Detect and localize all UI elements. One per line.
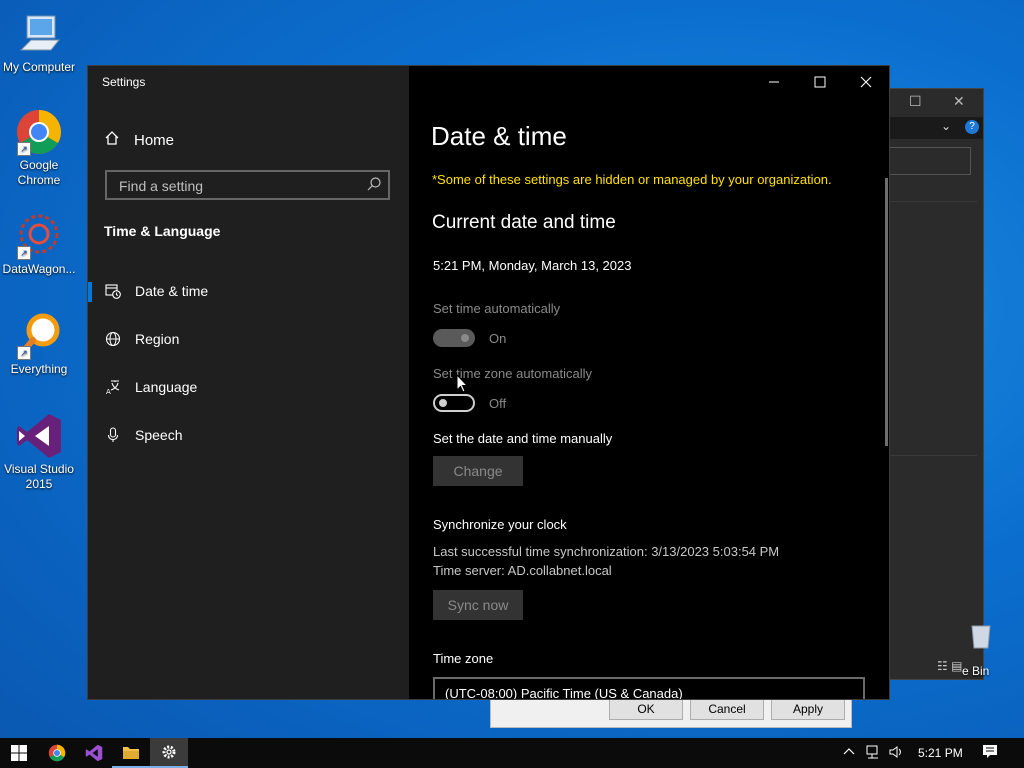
desktop-icon-label: Everything — [10, 362, 68, 376]
time-zone-label: Time zone — [433, 651, 494, 666]
search-icon[interactable] — [366, 176, 382, 197]
manual-date-time-label: Set the date and time manually — [433, 431, 613, 446]
divider — [887, 201, 977, 202]
taskbar-file-explorer[interactable] — [112, 738, 150, 768]
last-sync-text: Last successful time synchronization: 3/… — [433, 544, 780, 559]
globe-icon — [105, 331, 121, 347]
desktop-icon-visual-studio[interactable]: Visual Studio 2015 — [0, 412, 78, 492]
datawagon-icon: ↗ — [15, 212, 63, 260]
search-input[interactable] — [117, 177, 361, 195]
gear-icon — [162, 745, 176, 759]
nav-item-region[interactable]: Region — [88, 319, 409, 359]
home-nav-item[interactable]: Home — [104, 130, 174, 150]
view-toggle-icon[interactable]: ☷ ▤ — [937, 659, 962, 673]
content-scrollbar[interactable] — [885, 178, 888, 446]
help-icon[interactable]: ? — [965, 120, 979, 134]
apply-button[interactable]: Apply — [771, 698, 845, 720]
set-time-auto-label: Set time automatically — [433, 301, 561, 316]
time-zone-dropdown[interactable]: (UTC-08:00) Pacific Time (US & Canada) — [433, 677, 865, 699]
nav-item-language[interactable]: A Language — [88, 367, 409, 407]
desktop-icon-google-chrome[interactable]: ↗ Google Chrome — [0, 108, 78, 188]
home-icon — [104, 130, 120, 150]
toggle-knob — [461, 334, 469, 342]
visual-studio-icon — [15, 412, 63, 460]
search-box[interactable] — [887, 147, 971, 175]
nav-label: Region — [135, 331, 180, 347]
action-center-icon[interactable] — [982, 744, 998, 763]
maximize-icon[interactable]: ☐ — [909, 93, 922, 110]
set-time-auto-toggle[interactable] — [433, 329, 475, 347]
current-date-time-value: 5:21 PM, Monday, March 13, 2023 — [433, 258, 632, 273]
toggle-knob — [439, 399, 447, 407]
calendar-clock-icon — [105, 283, 121, 299]
desktop-icon-label: Google Chrome — [17, 158, 61, 187]
divider — [887, 455, 977, 456]
settings-window: Settings Home Time & Language Date & tim… — [87, 65, 890, 700]
cancel-button[interactable]: Cancel — [690, 698, 764, 720]
managed-warning: *Some of these settings are hidden or ma… — [432, 172, 832, 187]
sync-clock-heading: Synchronize your clock — [433, 517, 567, 532]
page-title: Date & time — [431, 121, 567, 151]
ok-button[interactable]: OK — [609, 698, 683, 720]
find-setting-search[interactable] — [105, 170, 390, 200]
recycle-bin-label: e Bin — [962, 664, 990, 678]
mouse-cursor-icon — [456, 373, 469, 398]
volume-icon[interactable] — [889, 745, 905, 762]
windows-icon — [11, 745, 27, 761]
network-icon[interactable] — [866, 745, 882, 762]
time-server-text: Time server: AD.collabnet.local — [433, 563, 612, 578]
folder-icon — [123, 747, 139, 759]
set-timezone-auto-state: Off — [489, 396, 507, 411]
home-label: Home — [134, 131, 175, 149]
visual-studio-icon — [85, 744, 103, 762]
chrome-icon — [48, 744, 66, 762]
taskbar-settings[interactable] — [150, 738, 188, 768]
desktop-icon-label: DataWagon... — [2, 262, 76, 276]
set-time-auto-state: On — [489, 331, 507, 346]
chevron-up-icon[interactable] — [843, 745, 855, 760]
nav-label: Speech — [135, 427, 183, 443]
current-date-time-heading: Current date and time — [432, 212, 616, 233]
chevron-down-icon[interactable]: ⌄ — [941, 119, 951, 133]
nav-item-date-time[interactable]: Date & time — [88, 271, 409, 311]
chrome-icon: ↗ — [15, 108, 63, 156]
nav-label: Date & time — [135, 283, 209, 299]
settings-sidebar: Settings Home Time & Language Date & tim… — [88, 66, 409, 699]
nav-label: Language — [135, 379, 198, 395]
nav-item-speech[interactable]: Speech — [88, 415, 409, 455]
ribbon-bar: ⌄ ? — [881, 117, 983, 139]
language-icon: A — [105, 379, 121, 395]
taskbar-visual-studio[interactable] — [75, 738, 113, 768]
shortcut-arrow-icon: ↗ — [17, 142, 31, 156]
computer-icon — [15, 10, 63, 58]
background-explorer-window[interactable]: ☐ ✕ ⌄ ? ☷ ▤ — [880, 88, 984, 680]
magnifier-icon: ↗ — [15, 312, 63, 360]
desktop-icon-my-computer[interactable]: My Computer — [0, 10, 78, 75]
window-title: Settings — [102, 75, 146, 89]
shortcut-arrow-icon: ↗ — [17, 346, 31, 360]
settings-content: Date & time *Some of these settings are … — [409, 66, 889, 699]
change-button[interactable]: Change — [433, 456, 523, 486]
desktop-icon-datawagon[interactable]: ↗ DataWagon... — [0, 212, 78, 277]
time-zone-value: (UTC-08:00) Pacific Time (US & Canada) — [445, 686, 683, 699]
set-timezone-auto-toggle[interactable] — [433, 394, 475, 412]
svg-text:A: A — [106, 388, 111, 395]
taskbar-chrome[interactable] — [38, 738, 76, 768]
recycle-bin-icon[interactable] — [968, 620, 994, 650]
taskbar-clock[interactable]: 5:21 PM — [918, 746, 963, 760]
section-heading: Time & Language — [104, 223, 221, 239]
shortcut-arrow-icon: ↗ — [17, 246, 31, 260]
desktop-icon-label: Visual Studio 2015 — [4, 462, 74, 491]
desktop-icon-everything[interactable]: ↗ Everything — [0, 312, 78, 377]
taskbar: 5:21 PM — [0, 738, 1024, 768]
close-icon[interactable]: ✕ — [953, 93, 965, 110]
desktop-icon-label: My Computer — [2, 60, 76, 74]
start-button[interactable] — [0, 738, 38, 768]
microphone-icon — [105, 427, 121, 443]
sync-now-button[interactable]: Sync now — [433, 590, 523, 620]
